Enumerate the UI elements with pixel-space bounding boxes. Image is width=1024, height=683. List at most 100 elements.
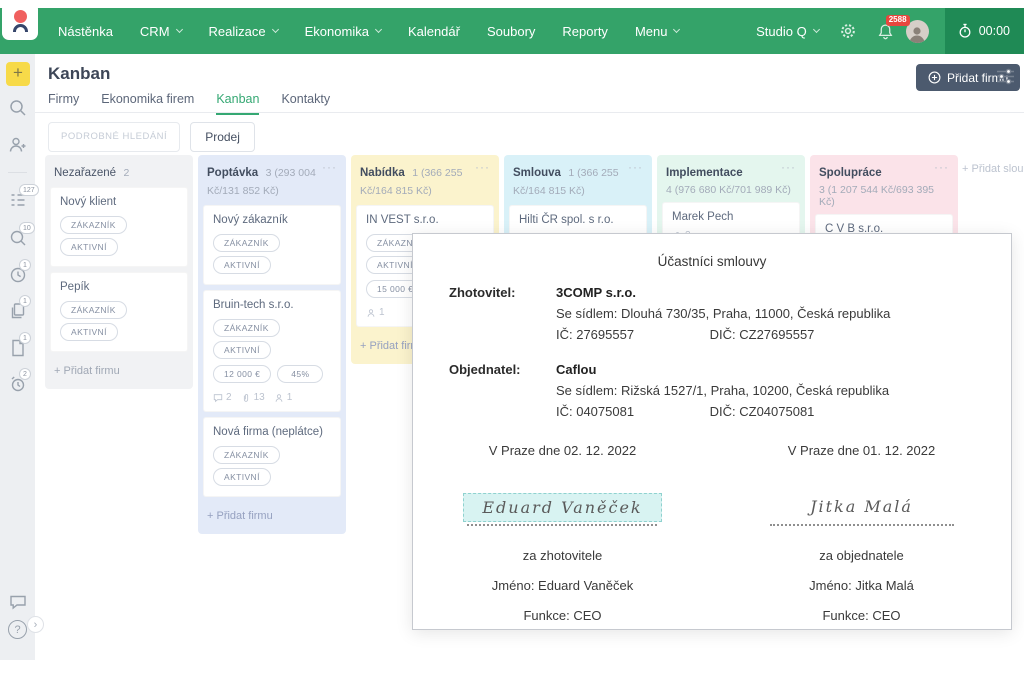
search-icon[interactable]: [8, 98, 28, 118]
add-contact-icon[interactable]: [8, 135, 28, 155]
column-name: Poptávka: [207, 167, 258, 179]
kanban-column-poptavka: Poptávka 3 (293 004 Kč/131 852 Kč) Nový …: [198, 155, 346, 534]
logo-head-shape: [14, 10, 27, 23]
sidebar-expand-icon[interactable]: [27, 616, 44, 633]
menu-item-kalendar[interactable]: Kalendář: [408, 24, 460, 39]
left-sidebar: 127 10 1 1 1 2: [0, 54, 35, 660]
signer-for-row: za zhotovitele za objednatele: [413, 526, 1011, 563]
notifications-bell-icon[interactable]: 2588: [877, 23, 894, 40]
person-icon: [366, 308, 376, 318]
app-window: Nástěnka CRM Realizace Ekonomika Kalendá…: [0, 0, 1024, 683]
column-header[interactable]: Poptávka 3 (293 004 Kč/131 852 Kč): [198, 155, 346, 205]
column-header[interactable]: Smlouva 1 (366 255 Kč/164 815 Kč): [504, 155, 652, 205]
column-header[interactable]: Implementace 4 (976 680 Kč/701 989 Kč): [657, 155, 805, 202]
chat-bubble-icon[interactable]: [8, 592, 28, 612]
party-dic: DIČ: CZ27695557: [710, 327, 815, 342]
signature-line: [467, 524, 657, 526]
menu-item-menu[interactable]: Menu: [635, 24, 680, 39]
meta-count: 2: [226, 392, 232, 403]
pipeline-filter-button[interactable]: Prodej: [190, 122, 255, 152]
tag-pill: AKTIVNÍ: [60, 238, 118, 256]
add-card-link[interactable]: + Přidat firmu: [198, 502, 346, 532]
column-menu-icon[interactable]: [781, 160, 796, 174]
signature-script: Eduard Vaněček: [482, 498, 642, 517]
tag-pill: ZÁKAZNÍK: [213, 234, 280, 252]
tab-divider: [35, 112, 1024, 113]
column-name: Implementace: [666, 167, 743, 179]
party-objednatel: Objednatel: Caflou Se sídlem: Rižská 152…: [449, 359, 1011, 422]
chevron-down-icon: [375, 26, 382, 33]
advanced-search-button[interactable]: PODROBNÉ HLEDÁNÍ: [48, 122, 180, 152]
signature-script: Jitka Malá: [810, 497, 913, 516]
timer-value: 00:00: [979, 24, 1010, 38]
document-title: Účastníci smlouvy: [413, 254, 1011, 269]
menu-label: CRM: [140, 24, 170, 39]
sidebar-divider: [8, 172, 27, 173]
tag-pill: AKTIVNÍ: [213, 468, 271, 486]
caflou-logo[interactable]: [2, 2, 38, 40]
alarm-clock-icon[interactable]: 2: [8, 374, 28, 394]
time-log-icon[interactable]: 1: [8, 265, 28, 285]
chevron-down-icon: [272, 26, 279, 33]
card-title: Marek Pech: [672, 211, 790, 223]
column-menu-icon[interactable]: [322, 160, 337, 174]
menu-item-ekonomika[interactable]: Ekonomika: [305, 24, 381, 39]
kanban-card[interactable]: Nový klient ZÁKAZNÍK AKTIVNÍ: [50, 187, 188, 267]
count-badge: 1: [19, 332, 31, 344]
settings-gear-icon[interactable]: [839, 22, 857, 40]
quick-add-button[interactable]: [6, 62, 30, 86]
party-address: Se sídlem: Dlouhá 730/35, Praha, 11000, …: [556, 303, 890, 324]
kanban-card[interactable]: Nový zákazník ZÁKAZNÍK AKTIVNÍ: [203, 205, 341, 285]
party-ic: IČ: 27695557: [556, 324, 706, 345]
signature-field-selected[interactable]: Eduard Vaněček: [463, 493, 661, 522]
documents-icon[interactable]: 1: [8, 301, 28, 321]
kanban-card[interactable]: Pepík ZÁKAZNÍK AKTIVNÍ: [50, 272, 188, 352]
column-menu-icon[interactable]: [628, 160, 643, 174]
invoice-icon[interactable]: 1: [8, 338, 28, 358]
task-list-icon[interactable]: 127: [8, 190, 28, 210]
column-header[interactable]: Nabídka 1 (366 255 Kč/164 815 Kč): [351, 155, 499, 205]
menu-item-nastenka[interactable]: Nástěnka: [58, 24, 113, 39]
menu-item-realizace[interactable]: Realizace: [209, 24, 278, 39]
workspace-name: Studio Q: [756, 24, 807, 39]
filter-bar: PODROBNÉ HLEDÁNÍ Prodej: [48, 122, 255, 152]
card-title: Bruin-tech s.r.o.: [213, 299, 331, 311]
menu-item-soubory[interactable]: Soubory: [487, 24, 535, 39]
signing-date: V Praze dne 01. 12. 2022: [788, 443, 935, 458]
chevron-down-icon: [813, 26, 820, 33]
signature-line: [770, 524, 954, 526]
add-card-link[interactable]: + Přidat firmu: [45, 357, 193, 387]
tag-pill: AKTIVNÍ: [60, 323, 118, 341]
column-header[interactable]: Nezařazené 2: [45, 155, 193, 187]
column-menu-icon[interactable]: [475, 160, 490, 174]
card-title: Hilti ČR spol. s r.o.: [519, 214, 637, 226]
help-icon[interactable]: [8, 620, 28, 640]
kanban-card[interactable]: Nová firma (neplátce) ZÁKAZNÍK AKTIVNÍ: [203, 417, 341, 497]
board-settings-sliders-icon[interactable]: [996, 68, 1015, 85]
column-summary: 3 (1 207 544 Kč/693 395 Kč): [819, 184, 949, 208]
kanban-card[interactable]: Bruin-tech s.r.o. ZÁKAZNÍK AKTIVNÍ 12 00…: [203, 290, 341, 412]
column-menu-icon[interactable]: [934, 160, 949, 174]
stopwatch-icon: [957, 23, 973, 39]
value-pill: 12 000 €: [213, 365, 271, 383]
signer-for: za zhotovitele: [523, 548, 603, 563]
meta-count: 1: [287, 392, 293, 403]
card-title: Pepík: [60, 281, 178, 293]
tag-pill: ZÁKAZNÍK: [213, 446, 280, 464]
time-tracker[interactable]: 00:00: [945, 8, 1024, 54]
signer-function: Funkce: CEO: [523, 608, 601, 623]
saved-search-icon[interactable]: 10: [8, 228, 28, 248]
party-dic: DIČ: CZ04075081: [710, 404, 815, 419]
notification-count-badge: 2588: [886, 15, 910, 26]
column-header[interactable]: Spolupráce 3 (1 207 544 Kč/693 395 Kč): [810, 155, 958, 214]
card-meta: 2 13 1: [213, 392, 331, 403]
workspace-switcher[interactable]: Studio Q: [756, 24, 819, 39]
menu-item-crm[interactable]: CRM: [140, 24, 182, 39]
menu-label: Soubory: [487, 24, 535, 39]
signer-for: za objednatele: [819, 548, 904, 563]
party-zhotovitel: Zhotovitel: 3COMP s.r.o. Se sídlem: Dlou…: [449, 282, 1011, 345]
count-badge: 127: [19, 184, 39, 196]
menu-item-reporty[interactable]: Reporty: [562, 24, 608, 39]
add-column-link[interactable]: + Přidat sloup: [962, 163, 1024, 175]
signer-name: Jméno: Jitka Malá: [809, 578, 914, 593]
